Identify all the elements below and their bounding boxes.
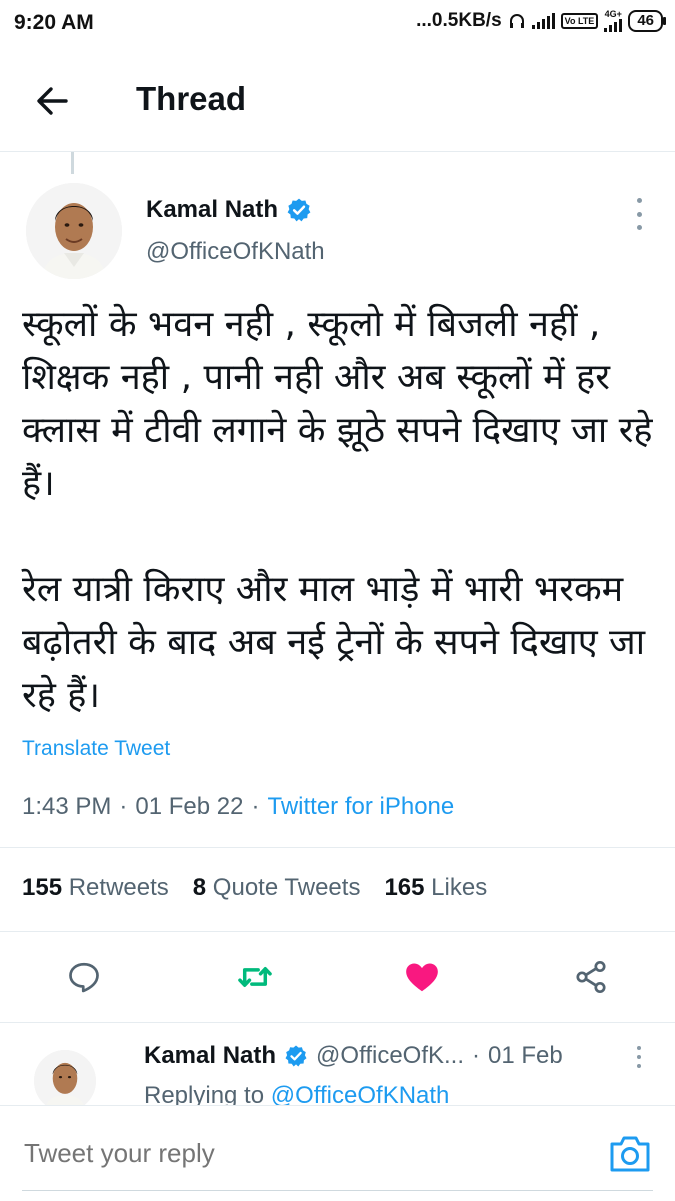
author-name[interactable]: Kamal Nath: [146, 196, 278, 224]
mobile-data-indicator: 4G+: [604, 9, 623, 32]
status-bar: 9:20 AM ...0.5KB/s Vo LTE 4G+ 46: [0, 0, 675, 46]
share-icon: [576, 960, 606, 994]
stats-top-divider: [0, 847, 675, 848]
more-options-icon[interactable]: [627, 198, 651, 230]
back-arrow-icon: [37, 87, 68, 115]
quotes-label: Quote Tweets: [212, 874, 361, 901]
quotes-count: 8: [192, 874, 207, 901]
author-portrait: [26, 183, 122, 279]
likes-count: 165: [384, 874, 425, 901]
reply-date: 01 Feb: [488, 1042, 563, 1069]
author-handle[interactable]: @OfficeOfKNath: [146, 238, 325, 266]
composer-underline: [22, 1190, 653, 1191]
author-avatar[interactable]: [26, 183, 122, 279]
likes-stat[interactable]: 165 Likes: [384, 874, 487, 902]
status-time: 9:20 AM: [14, 11, 94, 34]
reply-icon: [69, 962, 99, 993]
tweet-meta: 1:43 PM · 01 Feb 22 · Twitter for iPhone: [22, 793, 454, 821]
like-heart-icon: [406, 963, 438, 992]
reply-author-avatar[interactable]: [34, 1050, 96, 1112]
reply-author-handle[interactable]: @OfficeOfK...: [316, 1042, 464, 1070]
tweet-text: स्कूलों के भवन नही , स्कूलो में बिजली नह…: [22, 298, 662, 722]
reply-header: Kamal Nath @OfficeOfK... · 01 Feb: [144, 1042, 563, 1070]
reply-more-options-icon[interactable]: [627, 1046, 651, 1068]
thread-connector-line: [71, 152, 74, 174]
reply-input[interactable]: [24, 1138, 524, 1169]
battery-indicator: 46: [628, 10, 666, 32]
tweet-stats: 155 Retweets 8 Quote Tweets 165 Likes: [22, 874, 487, 902]
page-title: Thread: [136, 80, 247, 117]
signal-icon: [531, 13, 555, 29]
back-button[interactable]: [30, 78, 76, 124]
meta-separator: ·: [119, 793, 128, 820]
retweets-stat[interactable]: 155 Retweets: [22, 874, 169, 902]
reply-button[interactable]: [62, 955, 106, 999]
tweet-source-link[interactable]: Twitter for iPhone: [267, 793, 454, 821]
reply-composer: [0, 1105, 675, 1201]
tweet-date: 01 Feb 22: [135, 793, 244, 820]
camera-icon: [610, 1136, 650, 1172]
verified-badge-icon: [287, 198, 311, 222]
headphones-icon: [509, 14, 524, 28]
camera-button[interactable]: [608, 1134, 652, 1174]
stats-bottom-divider: [0, 931, 675, 932]
retweet-icon: [238, 967, 272, 987]
verified-badge-icon: [285, 1045, 307, 1067]
share-button[interactable]: [569, 955, 613, 999]
status-indicators: ...0.5KB/s Vo LTE 4G+ 46: [416, 9, 666, 32]
reply-divider: [0, 1022, 675, 1023]
likes-label: Likes: [431, 874, 488, 901]
reply-author-portrait: [34, 1050, 96, 1112]
tweet-paragraph-2: रेल यात्री किराए और माल भाड़े में भारी भ…: [22, 569, 646, 716]
tweet-time: 1:43 PM: [22, 793, 112, 820]
retweet-button[interactable]: [233, 955, 277, 999]
retweets-count: 155: [22, 874, 63, 901]
tweet-paragraph-1: स्कूलों के भवन नही , स्कूलो में बिजली नह…: [22, 304, 653, 504]
author-name-row: Kamal Nath: [146, 196, 312, 224]
network-speed: ...0.5KB/s: [416, 10, 502, 31]
header-divider: [0, 151, 675, 152]
like-button[interactable]: [400, 955, 444, 999]
quote-tweets-stat[interactable]: 8 Quote Tweets: [193, 874, 361, 902]
reply-separator: ·: [472, 1042, 481, 1069]
retweets-label: Retweets: [68, 874, 169, 901]
signal-icon-2: [604, 19, 623, 32]
network-type: 4G+: [604, 9, 622, 19]
meta-separator: ·: [251, 793, 260, 820]
volte-badge: Vo LTE: [560, 13, 599, 29]
reply-author-name[interactable]: Kamal Nath: [144, 1042, 276, 1070]
translate-tweet-link[interactable]: Translate Tweet: [22, 737, 170, 761]
